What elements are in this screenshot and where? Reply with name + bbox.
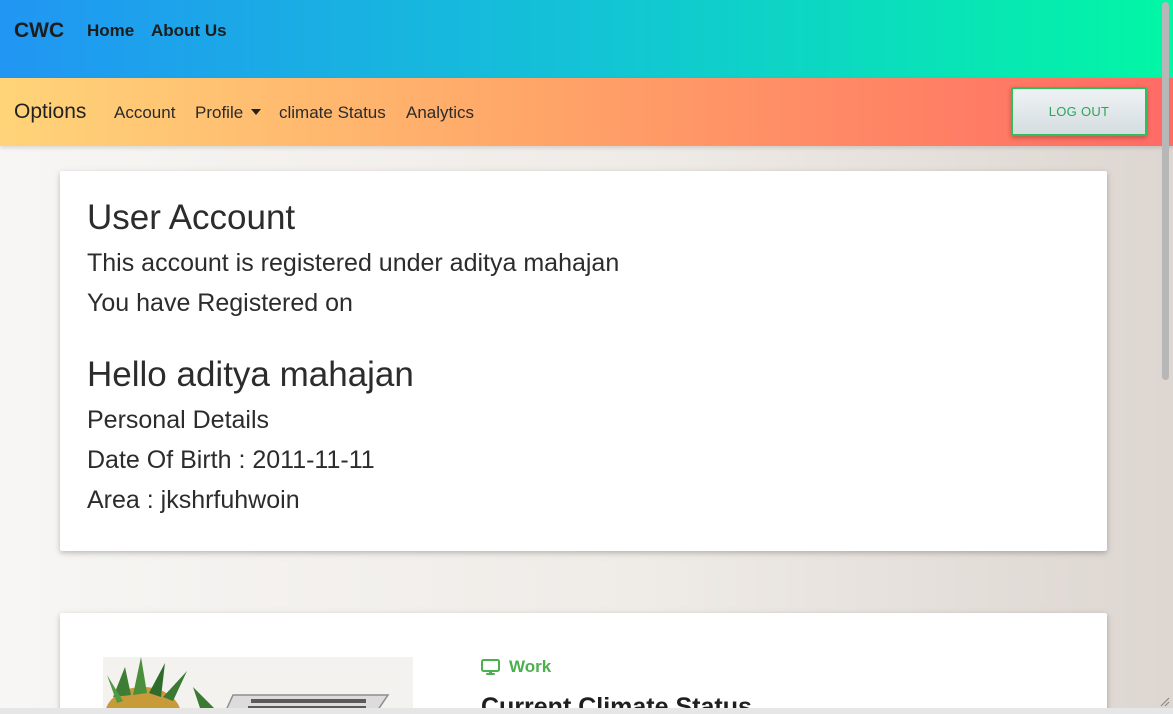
nav-about-link[interactable]: About Us <box>151 21 227 41</box>
option-analytics-link[interactable]: Analytics <box>406 103 474 123</box>
resize-handle-icon[interactable] <box>1158 695 1170 707</box>
options-title: Options <box>14 100 87 123</box>
option-climate-status-link[interactable]: climate Status <box>279 103 386 123</box>
option-profile-dropdown[interactable]: Profile <box>195 103 262 123</box>
caret-down-icon <box>251 109 262 115</box>
options-bar: Options Account Profile climate Status A… <box>0 78 1173 146</box>
desktop-icon <box>481 659 500 675</box>
user-account-card: User Account This account is registered … <box>60 171 1107 551</box>
option-account-link[interactable]: Account <box>114 103 175 123</box>
scrollbar-thumb[interactable] <box>1162 2 1169 380</box>
registered-under-text: This account is registered under aditya … <box>87 249 620 277</box>
nav-home-link[interactable]: Home <box>87 21 134 41</box>
climate-status-card: Work Current Climate Status <box>60 613 1107 714</box>
logout-button[interactable]: LOG OUT <box>1011 87 1147 136</box>
brand-logo[interactable]: CWC <box>14 19 64 43</box>
user-account-heading: User Account <box>87 198 296 237</box>
top-navbar: CWC Home About Us <box>0 0 1173 78</box>
work-category: Work <box>481 657 551 677</box>
bottom-scrollbar-strip <box>0 708 1173 714</box>
profile-dropdown-label: Profile <box>195 103 244 122</box>
registered-on-text: You have Registered on <box>87 289 353 317</box>
work-category-label: Work <box>509 657 552 676</box>
date-of-birth-text: Date Of Birth : 2011-11-11 <box>87 446 375 474</box>
hello-heading: Hello aditya mahajan <box>87 355 414 394</box>
area-text: Area : jkshrfuhwoin <box>87 486 300 514</box>
personal-details-label: Personal Details <box>87 406 270 434</box>
desk-photo <box>103 657 413 714</box>
